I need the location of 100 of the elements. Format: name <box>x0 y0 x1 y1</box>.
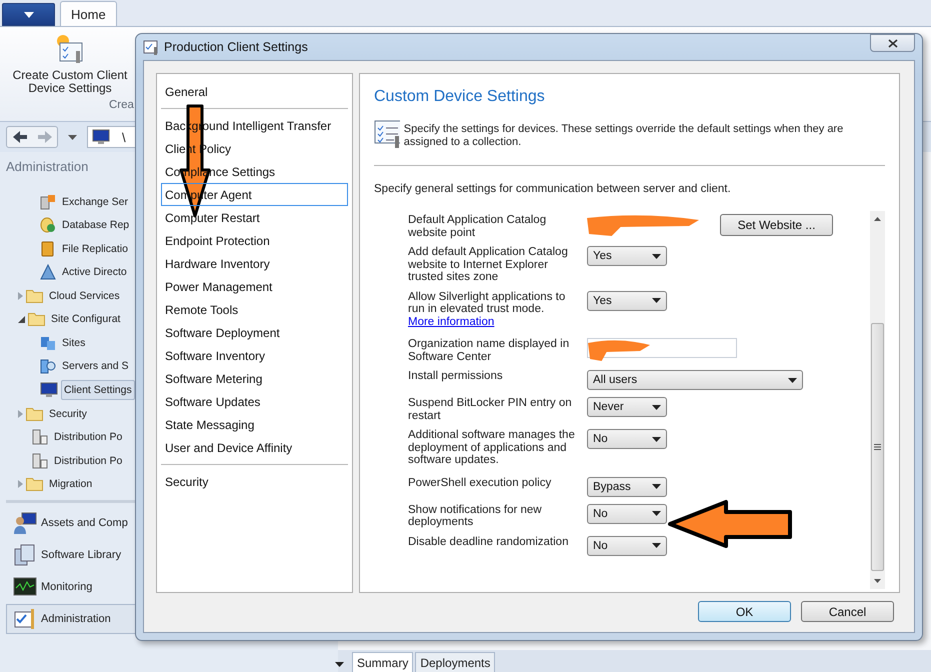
folder-icon <box>26 406 43 421</box>
ribbon-tab[interactable]: Home <box>60 1 117 26</box>
setting-label: Install permissions <box>408 370 504 382</box>
bottom-tab[interactable]: Deployments <box>415 652 496 672</box>
database-icon <box>40 217 56 234</box>
setting-label: Suspend BitLocker PIN entry on restart <box>408 397 573 422</box>
text-field[interactable] <box>587 338 737 358</box>
nav-item[interactable]: State Messaging <box>161 413 348 436</box>
folder-icon <box>26 477 43 492</box>
dropdown[interactable]: No <box>587 504 667 524</box>
setting-label: Additional software manages the deployment of applications and software updates. <box>408 429 576 466</box>
tree-item[interactable]: Servers and S <box>59 356 132 376</box>
caret-icon <box>68 134 77 140</box>
scroll-down-icon <box>874 579 881 583</box>
caret-icon <box>788 378 797 382</box>
triangle-icon <box>40 264 56 280</box>
nav-item[interactable]: Software Metering <box>161 367 348 390</box>
tree-item[interactable]: Distribution Po <box>51 450 126 471</box>
tree-item[interactable]: Site Configurat <box>48 309 124 330</box>
section-intro: Specify general settings for communication between server and client. <box>374 183 732 195</box>
dropdown[interactable]: Bypass <box>587 476 667 496</box>
nav-item[interactable]: Security <box>161 470 348 493</box>
setting-label: Allow Silverlight applications to run in elevated trust mode. More information <box>408 290 566 328</box>
folder-icon <box>28 312 45 326</box>
caret-icon <box>334 662 344 667</box>
monitor-icon <box>40 382 58 398</box>
nav-item[interactable]: Software Inventory <box>161 344 348 367</box>
tree-item[interactable]: Security <box>46 404 90 424</box>
checklist-icon <box>374 119 400 149</box>
close-icon <box>888 38 898 48</box>
dropdown[interactable]: No <box>587 429 667 449</box>
tree-item[interactable]: Migration <box>46 474 96 494</box>
setting-label: Add default Application Catalog website to Internet Explorer trusted sites zone <box>408 246 569 284</box>
caret-icon <box>652 404 661 410</box>
section-heading: Custom Device Settings <box>374 88 546 106</box>
expander-icon[interactable] <box>18 316 25 323</box>
bottom-tab[interactable]: Summary <box>352 652 414 672</box>
description-text: Specify the settings for devices. These settings override the default settings when they are assigned to a collection. <box>404 123 844 149</box>
pane-title: Administration <box>6 159 88 174</box>
dropdown[interactable]: No <box>587 536 667 556</box>
nav-item[interactable]: Endpoint Protection <box>161 229 348 252</box>
tree-item[interactable]: Cloud Services <box>46 286 123 306</box>
grip-icon <box>874 444 881 450</box>
caret-icon <box>652 543 661 548</box>
workspace-button[interactable]: Monitoring <box>6 572 338 602</box>
dialog-button[interactable]: Cancel <box>801 601 894 622</box>
tree-item[interactable]: Client Settings <box>61 380 135 400</box>
setting-label: PowerShell execution policy <box>408 476 552 489</box>
servers-icon <box>40 358 56 374</box>
book-icon <box>40 240 56 257</box>
nav-item[interactable]: Power Management <box>161 275 348 298</box>
caret-icon <box>24 12 34 18</box>
tree-item[interactable]: File Replicatio <box>59 238 131 259</box>
caret-icon <box>652 298 661 303</box>
caret-icon <box>652 511 661 516</box>
forward-arrow-icon <box>36 130 52 144</box>
nav-item[interactable]: Software Updates <box>161 390 348 413</box>
set-website-button[interactable]: Set Website ... <box>720 214 833 236</box>
nav-item[interactable]: User and Device Affinity <box>161 436 348 459</box>
caret-icon <box>652 436 661 442</box>
buildings-icon <box>40 334 56 351</box>
workspace-button[interactable]: Assets and Comp <box>6 508 338 538</box>
dialog-button[interactable]: OK <box>698 601 791 622</box>
library-icon <box>13 543 37 567</box>
tree-item[interactable]: Exchange Ser <box>59 192 131 212</box>
nav-item[interactable]: Computer Restart <box>161 206 348 229</box>
caret-icon <box>652 254 661 258</box>
create-settings-button[interactable]: Create Custom Client Device Settings <box>6 31 134 97</box>
dropdown[interactable]: All users <box>587 370 803 390</box>
setting-label: Show notifications for new deployments <box>408 504 543 528</box>
scrollbar[interactable] <box>870 211 885 589</box>
close-button[interactable] <box>870 34 915 52</box>
caret-icon <box>652 484 661 489</box>
application-menu-button[interactable] <box>2 3 55 26</box>
person-computer-icon <box>13 511 37 535</box>
nav-item[interactable]: Remote Tools <box>161 298 348 321</box>
ribbon-group-label: Crea <box>109 99 134 111</box>
setting-label: Organization name displayed in Software Center <box>408 338 570 363</box>
server-rack-icon <box>32 452 48 469</box>
tree-item[interactable]: Distribution Po <box>51 427 126 448</box>
nav-item[interactable]: General <box>161 80 348 103</box>
tree-item[interactable]: Sites <box>59 332 88 353</box>
scroll-up-icon <box>874 217 881 221</box>
nav-item[interactable]: Hardware Inventory <box>161 252 348 275</box>
folder-icon <box>26 288 43 303</box>
dialog-title: Production Client Settings <box>164 40 309 54</box>
setting-label: Default Application Catalog website point <box>408 214 548 239</box>
tree-item[interactable]: Active Directo <box>59 262 130 282</box>
dropdown[interactable]: Yes <box>587 246 667 266</box>
more-information-link[interactable]: More information <box>408 316 494 328</box>
monitor-icon <box>92 129 110 145</box>
dropdown[interactable]: Yes <box>587 290 667 310</box>
server-icon <box>40 194 56 210</box>
dropdown[interactable]: Never <box>587 397 667 417</box>
back-arrow-icon <box>12 130 28 144</box>
server-rack-icon <box>32 429 48 446</box>
nav-item[interactable]: Software Deployment <box>161 321 348 344</box>
settings-sheet-icon <box>143 39 159 55</box>
tree-item[interactable]: Database Rep <box>59 215 132 236</box>
checklist-icon <box>13 607 37 631</box>
